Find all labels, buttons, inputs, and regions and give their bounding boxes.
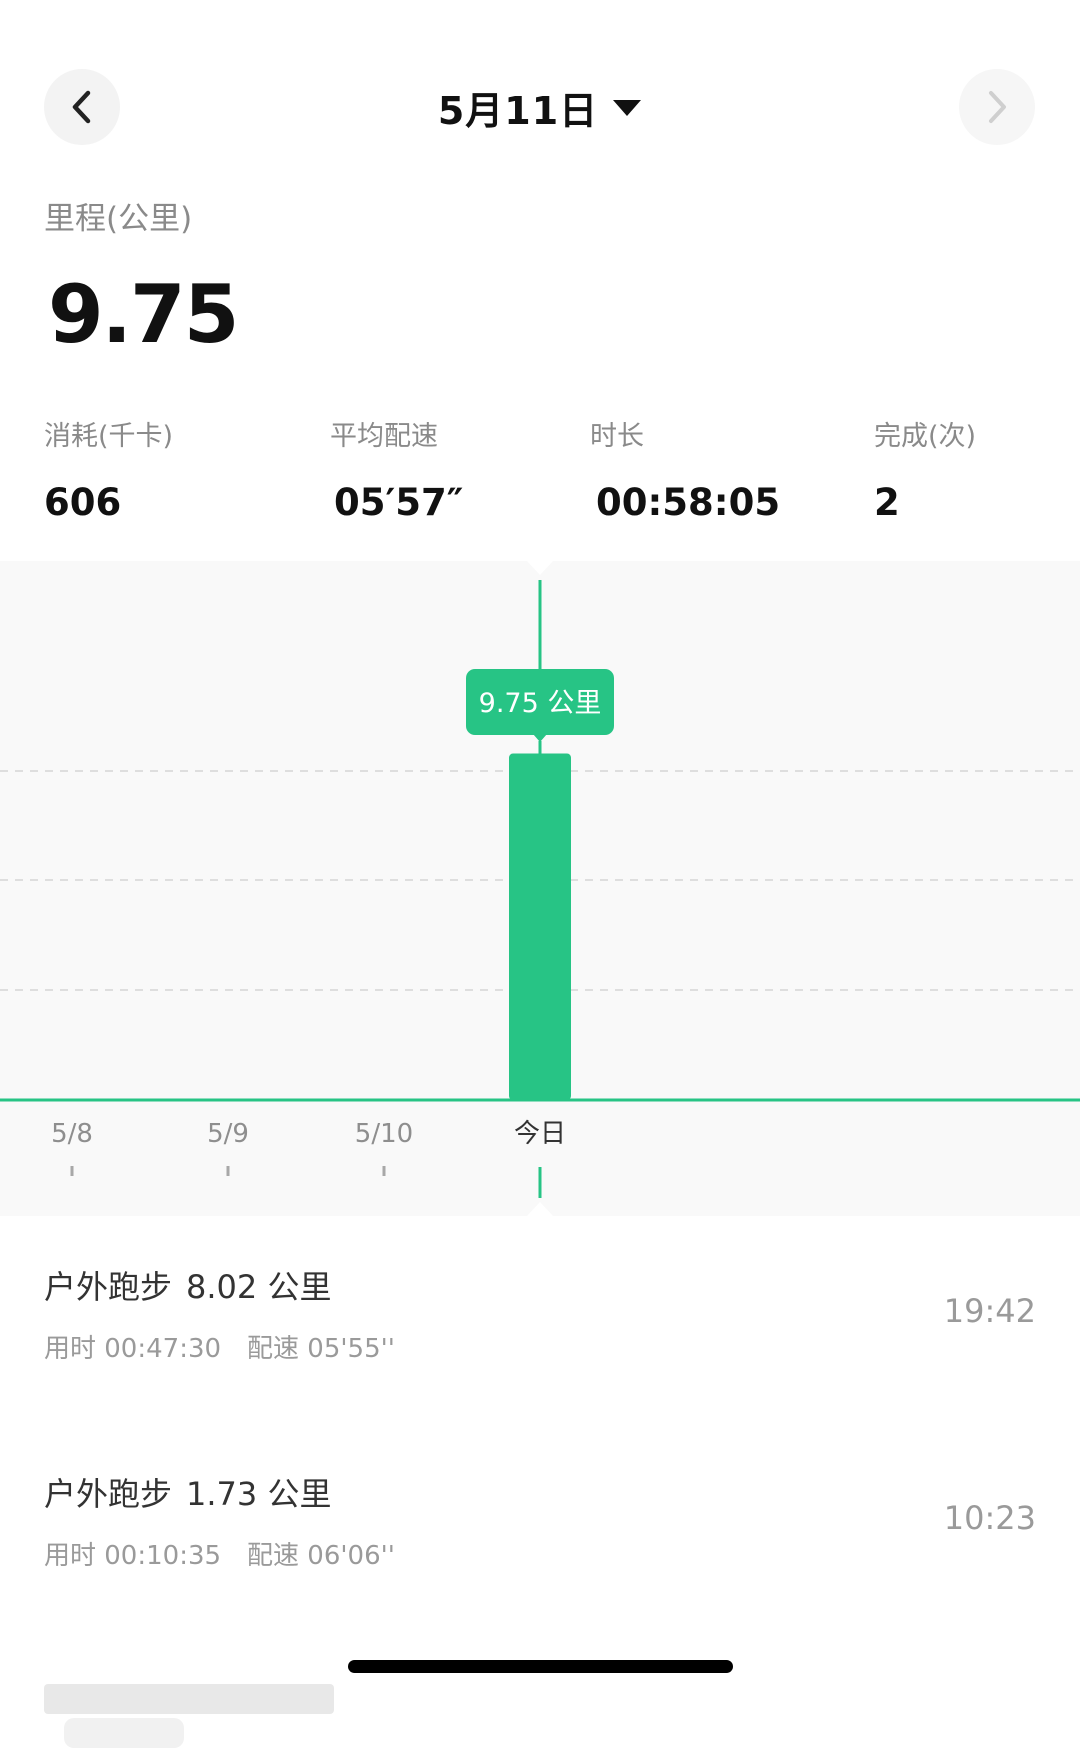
caret-down-icon — [612, 98, 642, 118]
chart-tick-label: 5/10 — [355, 1119, 413, 1149]
stat-pace: 平均配速 05′57″ — [330, 414, 463, 524]
home-indicator[interactable] — [348, 1660, 733, 1673]
distance-chart-svg: 5/8 5/9 5/10 今日 9.75 公里 — [0, 561, 1080, 1216]
stat-duration: 时长 00:58:05 — [590, 414, 780, 524]
workout-details: 用时 00:10:35 配速 06'06'' — [44, 1535, 395, 1572]
distance-label: 里程(公里) — [44, 201, 193, 237]
chart-tooltip-label: 9.75 公里 — [479, 688, 602, 719]
distance-chart[interactable]: 5/8 5/9 5/10 今日 9.75 公里 — [0, 561, 1080, 1216]
distance-value: 9.75 — [48, 268, 239, 361]
stat-count-value: 2 — [874, 481, 900, 524]
chart-tick-label: 5/8 — [51, 1119, 93, 1149]
workout-distance: 1.73 公里 — [186, 1475, 332, 1513]
workout-details: 用时 00:47:30 配速 05'55'' — [44, 1328, 395, 1365]
stat-calories: 消耗(千卡) 606 — [44, 414, 173, 524]
workout-start-time: 10:23 — [943, 1499, 1036, 1537]
stat-calories-label: 消耗(千卡) — [44, 421, 174, 452]
list-item-partial — [44, 1684, 464, 1748]
workout-duration: 用时 00:47:30 — [44, 1334, 222, 1364]
date-label: 5月11日 — [437, 89, 599, 133]
stat-pace-label: 平均配速 — [330, 421, 438, 452]
next-day-button[interactable] — [959, 69, 1035, 145]
chart-tick-label: 5/9 — [207, 1119, 249, 1149]
workout-duration: 用时 00:10:35 — [44, 1541, 222, 1571]
list-item-placeholder-chip — [64, 1718, 184, 1748]
chevron-right-icon — [989, 91, 1006, 123]
workout-title: 户外跑步 1.73 公里 — [44, 1469, 331, 1515]
stat-count-label: 完成(次) — [874, 421, 977, 452]
list-item-placeholder — [44, 1684, 334, 1714]
stat-pace-value: 05′57″ — [334, 481, 464, 524]
top-nav: 5月11日 — [0, 0, 1080, 215]
stat-duration-label: 时长 — [590, 421, 644, 452]
workout-start-time: 19:42 — [943, 1292, 1036, 1330]
chart-tick-label: 今日 — [514, 1119, 566, 1149]
workout-distance: 8.02 公里 — [186, 1268, 332, 1306]
workout-type: 户外跑步 — [44, 1475, 173, 1513]
stat-calories-value: 606 — [44, 481, 122, 524]
workout-title: 户外跑步 8.02 公里 — [44, 1262, 331, 1308]
workout-pace: 配速 06'06'' — [247, 1541, 395, 1571]
stat-count: 完成(次) 2 — [874, 414, 976, 524]
date-selector[interactable]: 5月11日 — [0, 80, 1080, 135]
workout-type: 户外跑步 — [44, 1268, 173, 1306]
workout-item[interactable]: 户外跑步 1.73 公里用时 00:10:35 配速 06'06'' 10:23 — [0, 1469, 1080, 1599]
stat-duration-value: 00:58:05 — [596, 481, 781, 524]
workout-pace: 配速 05'55'' — [247, 1334, 395, 1364]
workout-item[interactable]: 户外跑步 8.02 公里用时 00:47:30 配速 05'55'' 19:42 — [0, 1262, 1080, 1392]
